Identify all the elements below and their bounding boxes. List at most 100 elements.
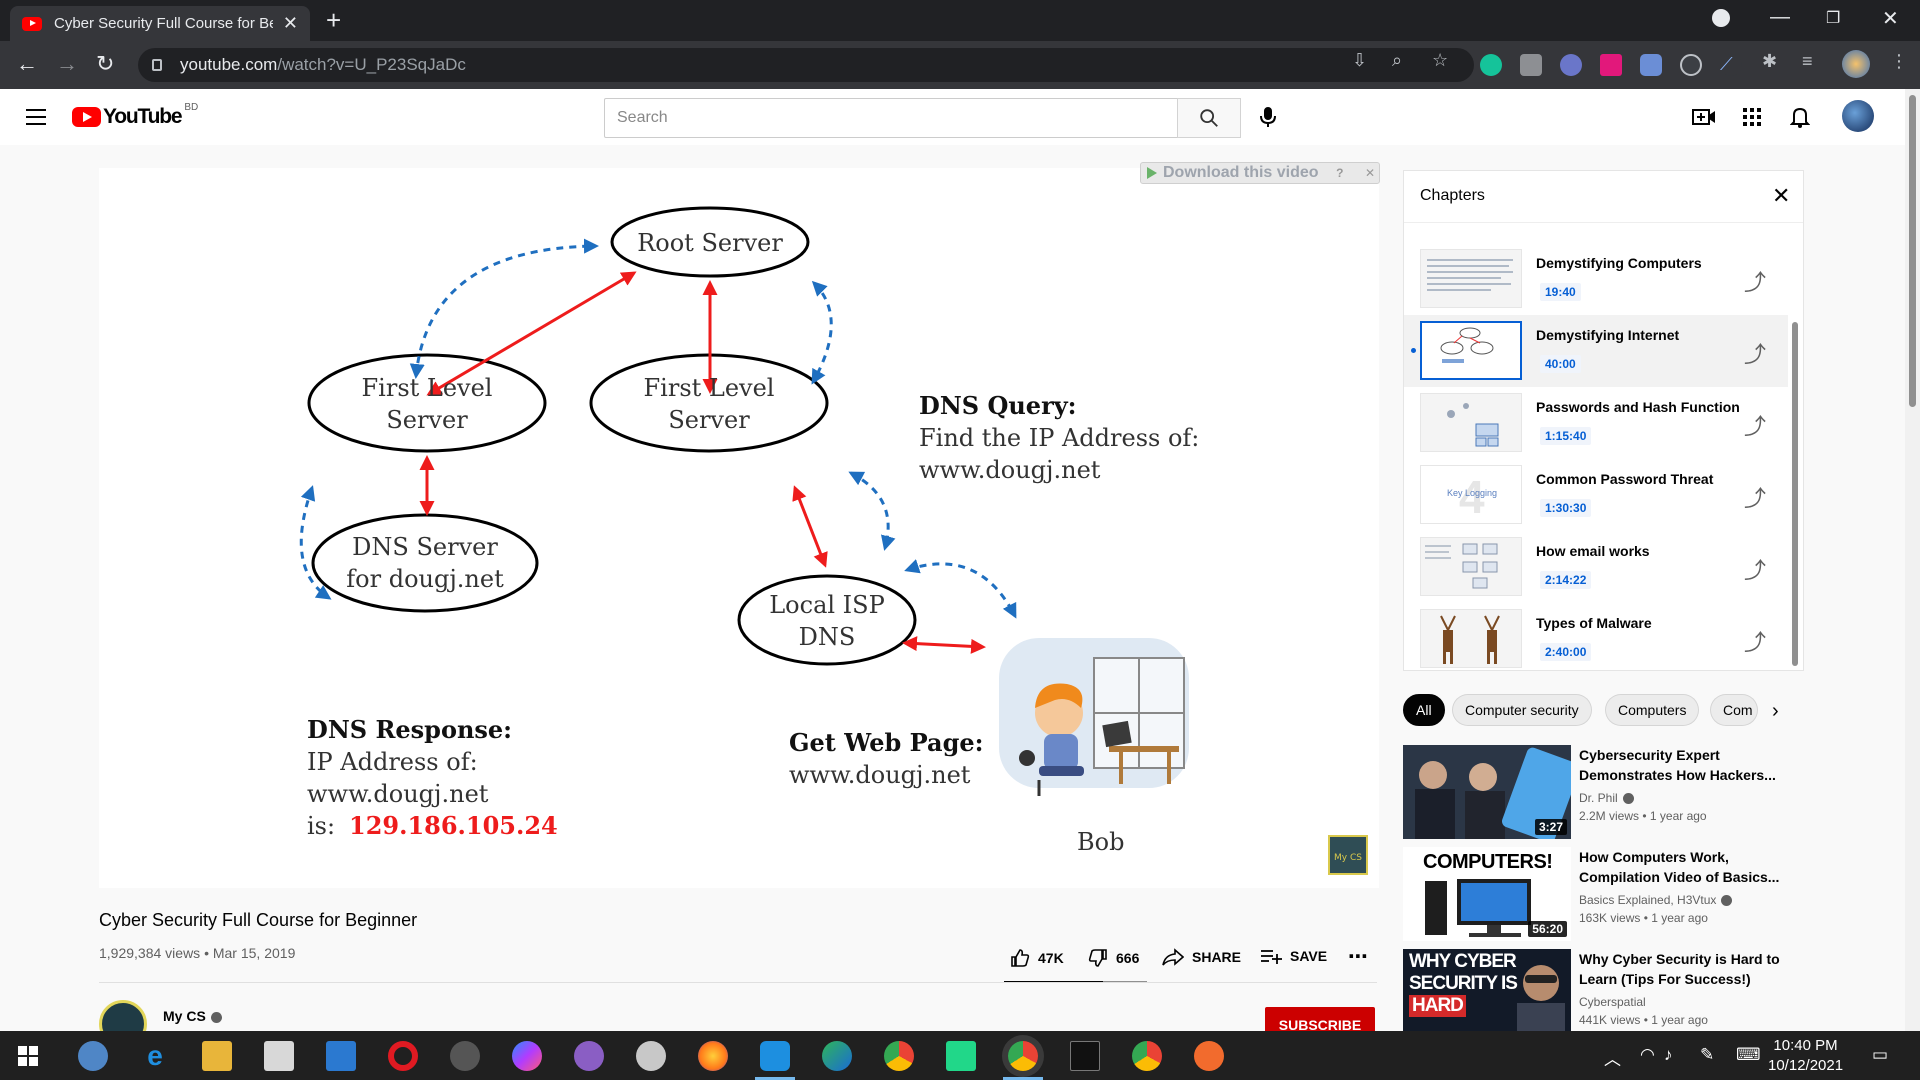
chip-partial[interactable]: Com (1710, 694, 1758, 726)
channel-watermark[interactable]: My CS (1328, 835, 1368, 875)
search-button[interactable] (1177, 98, 1241, 138)
recommended-video[interactable]: COMPUTERS! 56:20 How Computers Work, Com… (1403, 847, 1843, 943)
restore-button[interactable]: ❐ (1826, 8, 1840, 28)
chapter-item[interactable]: Passwords and Hash Function 1:15:40 ⤴ (1404, 387, 1788, 459)
video-channel[interactable]: Dr. Phil (1579, 791, 1634, 805)
apps-grid-icon[interactable] (1742, 107, 1762, 127)
qbittorrent-icon[interactable] (78, 1041, 108, 1071)
firefox-icon[interactable] (698, 1041, 728, 1071)
download-extension-icon[interactable] (1640, 54, 1662, 76)
minimize-button[interactable]: — (1770, 6, 1790, 29)
pen-tray-icon[interactable]: ✎ (1700, 1045, 1714, 1065)
windows-start-icon[interactable] (18, 1046, 38, 1066)
app-icon[interactable] (636, 1041, 666, 1071)
browser-menu-icon[interactable]: ⋮ (1890, 51, 1908, 72)
chapter-timestamp[interactable]: 40:00 (1540, 355, 1581, 373)
account-avatar[interactable] (1842, 100, 1874, 132)
window-close-button[interactable]: ✕ (1882, 6, 1899, 31)
chapter-timestamp[interactable]: 1:30:30 (1540, 499, 1592, 517)
chapters-scrollbar-thumb[interactable] (1792, 322, 1798, 666)
download-help-icon[interactable]: ? (1336, 166, 1347, 180)
vscode-icon[interactable] (760, 1041, 790, 1071)
chapter-share-icon[interactable]: ⤴ (1744, 409, 1766, 441)
play-extension-icon[interactable] (1600, 54, 1622, 76)
more-actions-icon[interactable]: ⋯ (1348, 944, 1368, 969)
back-button[interactable]: ← (16, 52, 38, 76)
chapter-item[interactable]: How email works 2:14:22 ⤴ (1404, 531, 1788, 603)
chip-computers[interactable]: Computers (1605, 694, 1700, 726)
share-button[interactable]: SHARE (1162, 948, 1241, 966)
video-channel[interactable]: Basics Explained, H3Vtux (1579, 893, 1733, 907)
like-button[interactable]: 47K (1010, 948, 1064, 968)
chapter-share-icon[interactable]: ⤴ (1744, 265, 1766, 297)
zoom-icon[interactable]: ⌕ (1392, 50, 1402, 71)
edge-icon[interactable]: e (140, 1041, 170, 1071)
notifications-center-icon[interactable]: ▭ (1872, 1045, 1888, 1065)
chrome-icon[interactable] (884, 1041, 914, 1071)
address-bar[interactable]: youtube.com/watch?v=U_P23SqJaDc (138, 48, 1474, 82)
search-input[interactable]: Search (604, 98, 1178, 138)
forward-button[interactable]: → (56, 52, 78, 76)
tab-close-icon[interactable]: ✕ (283, 13, 298, 34)
extensions-puzzle-icon[interactable]: ✱ (1762, 51, 1777, 72)
chapter-share-icon[interactable]: ⤴ (1744, 481, 1766, 513)
chapter-share-icon[interactable]: ⤴ (1744, 337, 1766, 369)
page-scrollbar[interactable] (1905, 89, 1920, 1031)
channel-name[interactable]: My CS (163, 1008, 222, 1024)
link-extension-icon[interactable] (1680, 54, 1702, 76)
chapter-share-icon[interactable]: ⤴ (1744, 625, 1766, 657)
chips-next-chevron-icon[interactable]: › (1772, 700, 1779, 723)
reload-button[interactable]: ↻ (96, 52, 114, 76)
chrome-profile-icon[interactable] (1132, 1041, 1162, 1071)
chip-computer-security[interactable]: Computer security (1452, 694, 1592, 726)
media-control-icon[interactable]: ≡ (1802, 51, 1813, 72)
browser-tab[interactable]: Cyber Security Full Course for Be ✕ (10, 6, 310, 41)
microphone-icon[interactable] (1258, 105, 1278, 129)
pycharm-icon[interactable] (946, 1041, 976, 1071)
chapter-item[interactable]: Types of Malware 2:40:00 ⤴ (1404, 603, 1788, 670)
menu-hamburger-icon[interactable] (26, 109, 46, 125)
github-desktop-icon[interactable] (574, 1041, 604, 1071)
notifications-bell-icon[interactable] (1790, 105, 1810, 129)
messenger-icon[interactable] (512, 1041, 542, 1071)
chip-all[interactable]: All (1403, 694, 1445, 726)
chapter-timestamp[interactable]: 2:14:22 (1540, 571, 1592, 589)
grammarly-extension-icon[interactable] (1480, 54, 1502, 76)
download-video-bar[interactable]: Download this video ? ✕ (1140, 162, 1380, 184)
pen-extension-icon[interactable]: ⟋ (1720, 54, 1742, 76)
chrome-active-icon[interactable] (1008, 1041, 1038, 1071)
mail-icon[interactable] (326, 1041, 356, 1071)
chapter-timestamp[interactable]: 19:40 (1540, 283, 1581, 301)
camera-extension-icon[interactable] (1520, 54, 1542, 76)
terminal-icon[interactable] (1070, 1041, 1100, 1071)
app-globe-icon[interactable] (822, 1041, 852, 1071)
tray-chevron-icon[interactable]: ︿ (1604, 1045, 1621, 1070)
bookmark-star-icon[interactable]: ☆ (1432, 50, 1448, 71)
dislike-button[interactable]: 666 (1088, 948, 1139, 968)
postman-icon[interactable] (1194, 1041, 1224, 1071)
chapter-timestamp[interactable]: 1:15:40 (1540, 427, 1592, 445)
new-tab-button[interactable]: + (326, 7, 341, 33)
youtube-logo[interactable]: YouTube BD (72, 102, 198, 129)
chapter-item-active[interactable]: Demystifying Internet 40:00 ⤴ (1404, 315, 1788, 387)
volume-icon[interactable]: ♪ (1664, 1045, 1673, 1065)
create-video-icon[interactable] (1692, 107, 1716, 127)
keyboard-icon[interactable]: ⌨ (1736, 1045, 1761, 1065)
profile-avatar[interactable] (1842, 50, 1870, 78)
chapter-timestamp[interactable]: 2:40:00 (1540, 643, 1592, 661)
recommended-video[interactable]: 3:27 Cybersecurity Expert Demonstrates H… (1403, 745, 1843, 841)
install-app-icon[interactable]: ⇩ (1352, 50, 1367, 71)
download-close-icon[interactable]: ✕ (1365, 166, 1379, 180)
video-channel[interactable]: Cyberspatial (1579, 995, 1646, 1009)
video-player[interactable]: Root Server First Level Server First Lev… (99, 168, 1379, 888)
page-scrollbar-thumb[interactable] (1909, 95, 1916, 407)
tab-search-icon[interactable] (1712, 9, 1730, 27)
opera-icon[interactable] (388, 1041, 418, 1071)
chapter-item[interactable]: 4 Key Logging Common Password Threat 1:3… (1404, 459, 1788, 531)
file-explorer-icon[interactable] (202, 1041, 232, 1071)
extension-icon[interactable] (1560, 54, 1582, 76)
store-icon[interactable] (264, 1041, 294, 1071)
chapter-share-icon[interactable]: ⤴ (1744, 553, 1766, 585)
satellite-app-icon[interactable] (450, 1041, 480, 1071)
taskbar-clock[interactable]: 10:40 PM 10/12/2021 (1768, 1036, 1843, 1076)
